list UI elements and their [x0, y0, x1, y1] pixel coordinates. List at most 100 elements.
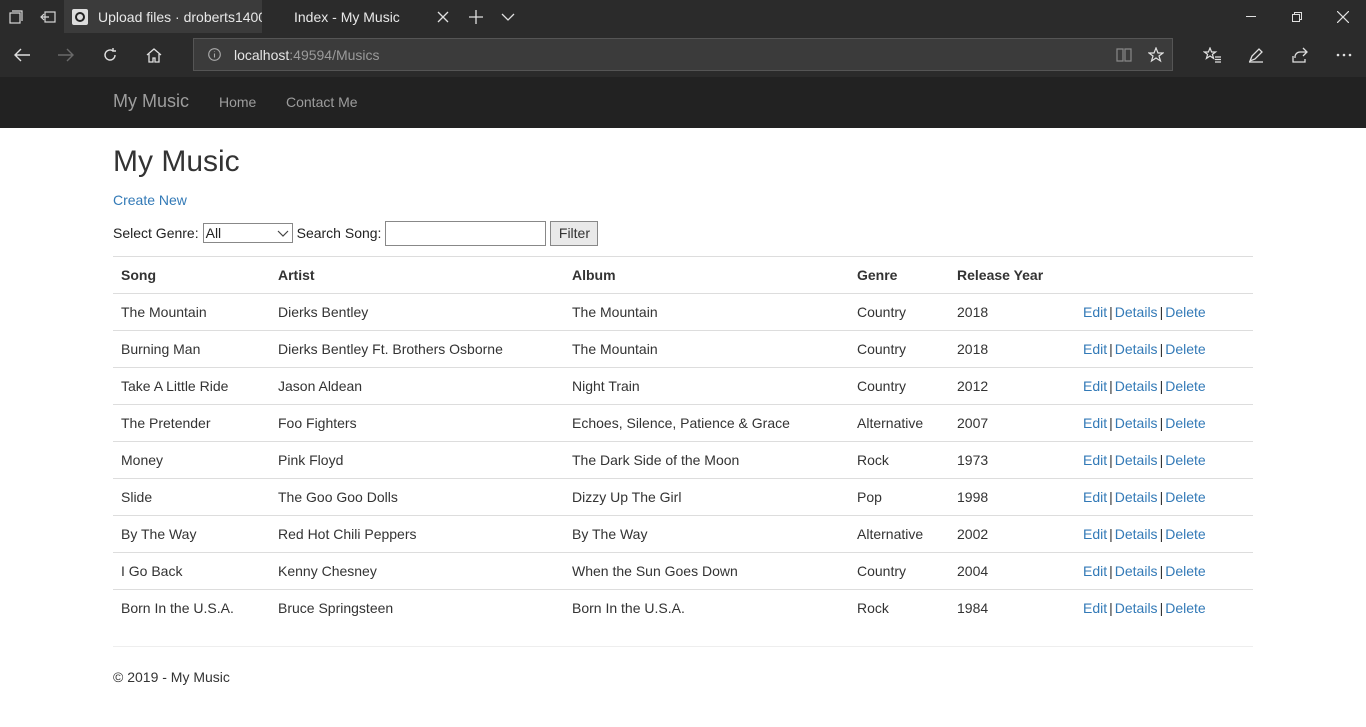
create-new-link[interactable]: Create New	[113, 192, 187, 208]
cell-artist: Dierks Bentley Ft. Brothers Osborne	[270, 330, 564, 368]
details-link[interactable]: Details	[1115, 378, 1158, 394]
restore-icon[interactable]	[1274, 0, 1320, 33]
table-row: The Pretender Foo Fighters Echoes, Silence…	[113, 404, 1253, 442]
details-link[interactable]: Details	[1115, 600, 1158, 616]
cell-album: Born In the U.S.A.	[564, 589, 849, 627]
table-header-row: Song Artist Album Genre Release Year	[113, 256, 1253, 294]
details-link[interactable]: Details	[1115, 526, 1158, 542]
cell-song: Take A Little Ride	[113, 367, 270, 405]
refresh-icon[interactable]	[88, 33, 132, 77]
delete-link[interactable]: Delete	[1165, 415, 1205, 431]
delete-link[interactable]: Delete	[1165, 452, 1205, 468]
filter-form: Select Genre: All Search Song: Filter	[113, 220, 599, 246]
row-actions: Edit | Details | Delete	[1075, 404, 1253, 442]
cell-artist: Red Hot Chili Peppers	[270, 515, 564, 553]
cell-song: The Pretender	[113, 404, 270, 442]
cell-album: Dizzy Up The Girl	[564, 478, 849, 516]
table-row: The Mountain Dierks Bentley The Mountain Co…	[113, 293, 1253, 331]
cell-release-year: 2018	[949, 293, 1075, 331]
filter-button[interactable]: Filter	[550, 220, 599, 246]
tab-index-my-music[interactable]: Index - My Music	[262, 0, 459, 33]
header-song: Song	[113, 256, 270, 294]
set-aside-tabs-icon[interactable]	[32, 0, 64, 33]
edit-link[interactable]: Edit	[1083, 304, 1107, 320]
more-menu-icon[interactable]	[1322, 33, 1366, 77]
web-note-pen-icon[interactable]	[1234, 33, 1278, 77]
tab-preview-icon[interactable]	[0, 0, 32, 33]
delete-link[interactable]: Delete	[1165, 600, 1205, 616]
table-body: The Mountain Dierks Bentley The Mountain Co…	[113, 293, 1253, 627]
url-text[interactable]: localhost:49594/Musics	[234, 47, 380, 63]
cell-genre: Country	[849, 367, 949, 405]
separator: |	[1109, 489, 1113, 505]
cell-song: By The Way	[113, 515, 270, 553]
cell-artist: Foo Fighters	[270, 404, 564, 442]
details-link[interactable]: Details	[1115, 341, 1158, 357]
row-actions: Edit | Details | Delete	[1075, 515, 1253, 553]
edit-link[interactable]: Edit	[1083, 452, 1107, 468]
favorites-hub-icon[interactable]	[1190, 33, 1234, 77]
edit-link[interactable]: Edit	[1083, 563, 1107, 579]
details-link[interactable]: Details	[1115, 452, 1158, 468]
nav-home-link[interactable]: Home	[219, 94, 256, 110]
cell-release-year: 1973	[949, 441, 1075, 479]
tab-upload-files[interactable]: Upload files · droberts1400	[64, 0, 262, 33]
share-icon[interactable]	[1278, 33, 1322, 77]
separator: |	[1109, 378, 1113, 394]
separator: |	[1159, 304, 1164, 320]
minimize-icon[interactable]	[1228, 0, 1274, 33]
cell-album: By The Way	[564, 515, 849, 553]
cell-release-year: 2002	[949, 515, 1075, 553]
home-icon[interactable]	[132, 33, 176, 77]
edit-link[interactable]: Edit	[1083, 489, 1107, 505]
cell-genre: Alternative	[849, 515, 949, 553]
close-window-icon[interactable]	[1320, 0, 1366, 33]
address-bar[interactable]: localhost:49594/Musics	[193, 38, 1173, 71]
details-link[interactable]: Details	[1115, 563, 1158, 579]
site-info-icon[interactable]	[194, 48, 234, 61]
brand-link[interactable]: My Music	[113, 91, 189, 112]
edit-link[interactable]: Edit	[1083, 415, 1107, 431]
details-link[interactable]: Details	[1115, 304, 1158, 320]
edit-link[interactable]: Edit	[1083, 600, 1107, 616]
table-row: Money Pink Floyd The Dark Side of the Moon…	[113, 441, 1253, 479]
separator: |	[1159, 452, 1164, 468]
cell-genre: Country	[849, 552, 949, 590]
edit-link[interactable]: Edit	[1083, 378, 1107, 394]
details-link[interactable]: Details	[1115, 489, 1158, 505]
cell-artist: Kenny Chesney	[270, 552, 564, 590]
header-album: Album	[564, 256, 849, 294]
tab-title: Index - My Music	[294, 8, 400, 25]
footer-text: © 2019 - My Music	[113, 669, 230, 685]
search-song-input[interactable]	[385, 220, 547, 246]
back-icon[interactable]	[0, 33, 44, 77]
reading-view-icon[interactable]	[1108, 39, 1140, 70]
nav-contact-link[interactable]: Contact Me	[286, 94, 358, 110]
delete-link[interactable]: Delete	[1165, 489, 1205, 505]
tab-list-chevron-icon[interactable]	[493, 0, 523, 33]
cell-album: The Mountain	[564, 330, 849, 368]
separator: |	[1109, 526, 1113, 542]
genre-select[interactable]: All	[202, 223, 293, 243]
delete-link[interactable]: Delete	[1165, 526, 1205, 542]
edit-link[interactable]: Edit	[1083, 341, 1107, 357]
table-row: By The Way Red Hot Chili Peppers By The Wa…	[113, 515, 1253, 553]
edit-link[interactable]: Edit	[1083, 526, 1107, 542]
row-actions: Edit | Details | Delete	[1075, 293, 1253, 331]
cell-genre: Country	[849, 293, 949, 331]
cell-song: Born In the U.S.A.	[113, 589, 270, 627]
site-navbar: My Music Home Contact Me	[0, 77, 1366, 128]
favorite-star-icon[interactable]	[1140, 39, 1172, 70]
delete-link[interactable]: Delete	[1165, 563, 1205, 579]
delete-link[interactable]: Delete	[1165, 304, 1205, 320]
header-genre: Genre	[849, 256, 949, 294]
details-link[interactable]: Details	[1115, 415, 1158, 431]
separator: |	[1109, 415, 1113, 431]
delete-link[interactable]: Delete	[1165, 341, 1205, 357]
delete-link[interactable]: Delete	[1165, 378, 1205, 394]
close-tab-icon[interactable]	[435, 9, 451, 25]
new-tab-icon[interactable]	[459, 0, 493, 33]
cell-genre: Alternative	[849, 404, 949, 442]
cell-release-year: 2004	[949, 552, 1075, 590]
forward-icon[interactable]	[44, 33, 88, 77]
